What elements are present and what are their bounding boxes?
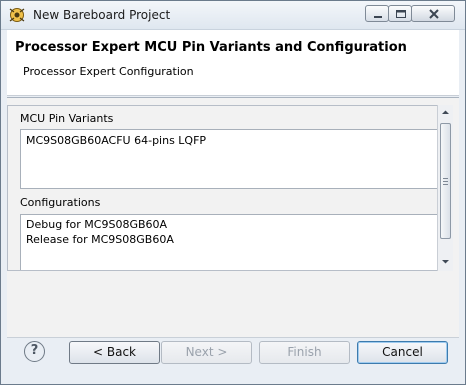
footer-separator [7,337,459,338]
scroll-thumb[interactable] [440,123,451,239]
app-icon [8,6,26,24]
minimize-button[interactable] [365,5,389,22]
next-button[interactable]: Next > [161,341,252,364]
help-icon: ? [30,343,39,358]
options-scroll-area: MCU Pin Variants MC9S08GB60ACFU 64-pins … [7,105,453,271]
back-button[interactable]: < Back [69,341,160,364]
configurations-list[interactable]: Debug for MC9S08GB60A Release for MC9S08… [20,214,438,270]
minimize-icon [374,16,382,18]
scroll-up-arrow[interactable] [438,105,453,120]
wizard-header: Processor Expert MCU Pin Variants and Co… [7,30,459,96]
maximize-icon [396,10,406,18]
help-button[interactable]: ? [24,341,45,362]
pin-variants-label: MCU Pin Variants [20,112,114,125]
list-item[interactable]: MC9S08GB60ACFU 64-pins LQFP [26,134,206,147]
title-bar[interactable]: New Bareboard Project [1,1,465,30]
pin-variants-list[interactable]: MC9S08GB60ACFU 64-pins LQFP [20,129,438,189]
grip-line [443,181,448,182]
finish-button[interactable]: Finish [259,341,350,364]
chevron-down-icon [442,260,449,264]
cancel-button[interactable]: Cancel [357,341,448,364]
list-item[interactable]: Debug for MC9S08GB60A [26,218,167,231]
window-title: New Bareboard Project [33,8,171,22]
page-title: Processor Expert MCU Pin Variants and Co… [15,40,407,55]
close-button[interactable] [411,5,455,22]
scroll-down-arrow[interactable] [438,254,453,269]
vertical-scrollbar[interactable] [437,105,453,271]
chevron-up-icon [442,110,449,114]
configurations-label: Configurations [20,196,101,209]
maximize-button[interactable] [388,5,412,22]
grip-line [443,178,448,179]
page-subtitle: Processor Expert Configuration [23,65,194,78]
close-icon [429,9,439,19]
wizard-window: New Bareboard Project Processor Expert M… [0,0,466,385]
list-item[interactable]: Release for MC9S08GB60A [26,233,174,246]
grip-line [443,184,448,185]
